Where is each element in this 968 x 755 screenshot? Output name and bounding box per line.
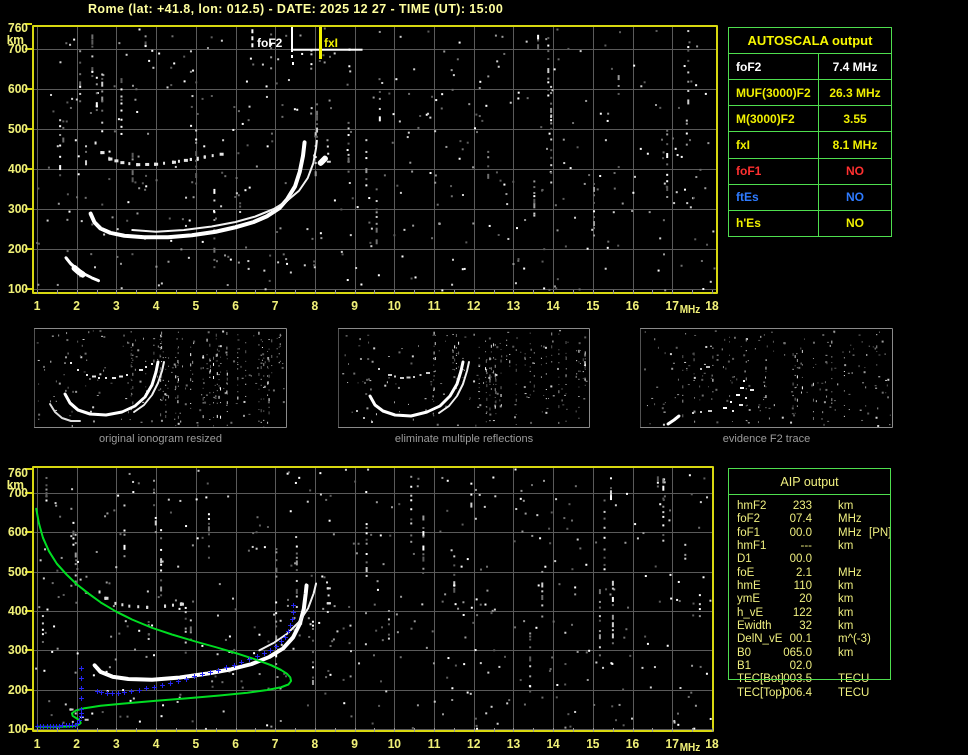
cell-value: 02.0 [789,660,812,673]
table-row: h'Es NO [729,209,891,236]
cell-note: [PN] [869,526,892,539]
table-row: foE 2.1 MHz [728,567,891,580]
table-row: foF2 7.4 MHz [729,53,891,80]
table-row: foF1 NO [729,157,891,184]
cell-unit: km [838,593,854,606]
cell-label: foF2 [729,54,819,80]
cell-unit: MHz [838,566,862,579]
table-row: TEC[Top] 006.4 TECU [728,687,891,700]
table-row: D1 00.0 [728,553,891,566]
cell-value: NO [846,216,864,231]
cell-label: M(3000)F2 [729,106,819,132]
cell-value: 20 [799,593,812,606]
cell-value: 006.4 [783,686,812,699]
table-row: foF2 07.4 MHz [728,513,891,526]
thumbnail-eliminate-reflections [338,328,590,428]
cell-value: 00.1 [789,633,812,646]
cell-value: 003.5 [783,673,812,686]
table-row: fxI 8.1 MHz [729,131,891,158]
table-row: TEC[Bot] 003.5 TECU [728,673,891,686]
cell-label: h'Es [729,210,819,236]
table-row: ymE 20 km [728,593,891,606]
cell-value: 8.1 MHz [832,137,878,152]
cell-unit: km [838,646,854,659]
cell-unit: m^(-3) [838,633,871,646]
table-row: DelN_vE 00.1 m^(-3) [728,633,891,646]
fxI-marker-label: fxI [324,36,339,50]
cell-value: 32 [799,620,812,633]
cell-value: 00.0 [789,553,812,566]
cell-value: 07.4 [789,513,812,526]
cell-unit: MHz [838,513,862,526]
cell-value: 3.55 [843,111,867,126]
cell-value: 065.0 [783,646,812,659]
cell-unit: km [838,500,854,512]
table-row: M(3000)F2 3.55 [729,105,891,132]
cell-label: fxI [729,132,819,158]
thumbnail-evidence-f2 [640,328,893,428]
cell-value: 233 [792,500,812,512]
cell-value: 26.3 MHz [829,85,881,100]
table-row: B1 02.0 [728,660,891,673]
top-ionogram-plot [0,18,724,316]
cell-unit: km [838,580,854,593]
cell-unit: km [838,620,854,633]
thumbnail-caption-reflections: eliminate multiple reflections [394,433,534,445]
table-row: hmF2 233 km [728,500,891,513]
autoscala-screen: Rome (lat: +41.8, lon: 012.5) - DATE: 20… [0,0,968,755]
cell-value: 122 [792,606,812,619]
table-row: B0 065.0 km [728,647,891,660]
cell-label: MUF(3000)F2 [729,80,819,106]
cell-value: NO [846,164,864,179]
autoscala-output-table: AUTOSCALA output foF2 7.4 MHz MUF(3000)F2 2… [728,27,892,237]
foF2-marker-label: foF2 [257,36,283,50]
autoscala-table-title: AUTOSCALA output [747,33,873,48]
table-row: h_vE 122 km [728,607,891,620]
cell-value: 00.0 [789,526,812,539]
cell-unit: km [838,606,854,619]
station-date-title: Rome (lat: +41.8, lon: 012.5) - DATE: 20… [88,2,504,16]
cell-unit: MHz [838,526,862,539]
cell-label: ftEs [729,184,819,210]
cell-value: 7.4 MHz [832,59,878,74]
table-row: MUF(3000)F2 26.3 MHz [729,79,891,106]
table-row: Ewidth 32 km [728,620,891,633]
aip-table-title: AIP output [729,475,890,495]
cell-value: --- [800,540,813,553]
cell-unit: TECU [838,686,870,699]
table-row: foF1 00.0 MHz [PN] [728,527,891,540]
cell-value: 2.1 [796,566,812,579]
table-row: hmE 110 km [728,580,891,593]
table-row: hmF1 --- km [728,540,891,553]
bottom-ionogram-plot [0,458,724,755]
cell-unit: km [838,540,854,553]
thumbnail-caption-original: original ionogram resized [99,433,222,445]
table-row: ftEs NO [729,183,891,210]
cell-unit: TECU [838,673,870,686]
thumbnail-original-ionogram [34,328,287,428]
cell-label: foF1 [729,158,819,184]
cell-value: NO [846,190,864,205]
thumbnail-caption-evidence: evidence F2 trace [722,433,811,445]
aip-output-rows: hmF2 233 km foF2 07.4 MHz foF1 00.0 MHz [PN] hmF1-… [728,500,891,700]
cell-value: 110 [793,580,812,593]
